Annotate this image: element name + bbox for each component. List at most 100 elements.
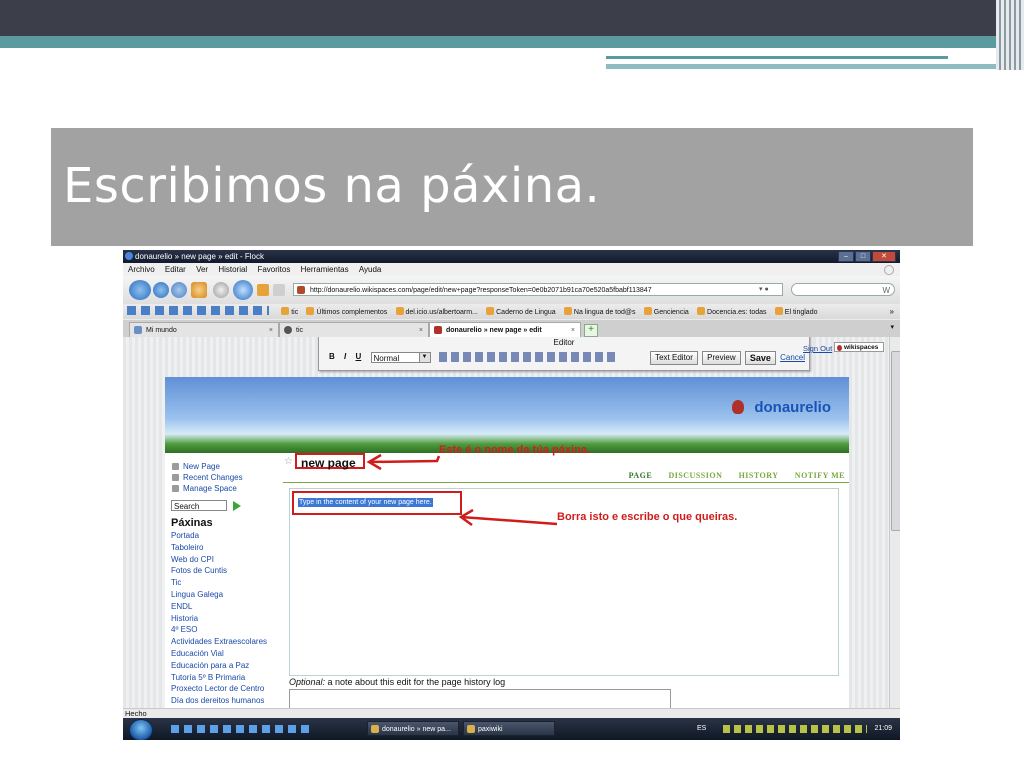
nav-link[interactable]: Tutoría 5º B Primaria <box>171 672 279 684</box>
slide-teal-band <box>0 36 1024 48</box>
menu-ayuda[interactable]: Ayuda <box>359 265 382 274</box>
star-icon[interactable] <box>233 280 253 300</box>
nav-link[interactable]: Educación para a Paz <box>171 660 279 672</box>
site-banner: donaurelio <box>165 377 849 453</box>
bookmarks-more-icon[interactable]: » <box>890 304 894 319</box>
tab-label: tic <box>296 327 303 334</box>
editor-tool-icons[interactable] <box>438 352 619 362</box>
language-indicator[interactable]: ES <box>697 721 706 736</box>
manage-space-link[interactable]: Manage Space <box>171 483 279 494</box>
gear-icon[interactable] <box>884 265 894 275</box>
editor-format-row: B I U Normal ▼ <box>329 352 619 364</box>
tab-discussion[interactable]: DISCUSSION <box>668 471 722 480</box>
tab-page[interactable]: PAGE <box>629 471 653 480</box>
sign-out-link[interactable]: Sign Out <box>803 344 832 353</box>
home-icon[interactable] <box>191 282 207 298</box>
recent-changes-link[interactable]: Recent Changes <box>171 472 279 483</box>
minimize-icon[interactable]: – <box>838 251 854 262</box>
tab-close-icon[interactable]: × <box>419 323 423 338</box>
feed-icon[interactable] <box>257 284 269 296</box>
task-browser[interactable]: donaurelio » new pa... <box>367 721 459 736</box>
text-editor-button[interactable]: Text Editor <box>650 351 698 365</box>
placeholder-text[interactable]: Type in the content of your new page her… <box>298 498 433 507</box>
reload-icon[interactable] <box>171 282 187 298</box>
bookmark-tic[interactable]: tic <box>281 309 298 316</box>
sidebar: New Page Recent Changes Manage Space Sea… <box>171 461 279 707</box>
nav-link[interactable]: Portada <box>171 530 279 542</box>
task-paxiwiki[interactable]: paxiwiki <box>463 721 555 736</box>
vertical-scrollbar[interactable] <box>889 337 900 708</box>
scrollbar-thumb[interactable] <box>891 351 900 531</box>
nav-link[interactable]: Lingua Galega <box>171 589 279 601</box>
nav-link[interactable]: Tic <box>171 577 279 589</box>
italic-button[interactable]: I <box>344 352 346 361</box>
nav-links: Portada Taboleiro Web do CPI Fotos de Cu… <box>171 530 279 707</box>
search-field[interactable]: Search <box>171 500 227 511</box>
bookmark-docencia[interactable]: Docencia.es: todas <box>697 309 767 316</box>
bookmark-icon[interactable] <box>273 284 285 296</box>
tab-donaurelio[interactable]: donaurelio » new page » edit × <box>429 322 581 337</box>
bold-button[interactable]: B <box>329 352 335 361</box>
url-go-icon[interactable]: ▾ ● <box>759 283 789 296</box>
preview-button[interactable]: Preview <box>702 351 741 365</box>
start-button[interactable] <box>129 719 153 740</box>
menu-editar[interactable]: Editar <box>165 265 186 274</box>
underline-button[interactable]: U <box>355 352 361 361</box>
menu-archivo[interactable]: Archivo <box>128 265 155 274</box>
menu-herramientas[interactable]: Herramientas <box>301 265 349 274</box>
quick-launch-icons[interactable] <box>171 725 311 733</box>
search-input[interactable]: W <box>791 283 895 296</box>
bookmark-complementos[interactable]: Últimos complementos <box>306 309 387 316</box>
bookmark-delicious[interactable]: del.icio.us/albertoarm... <box>396 309 478 316</box>
nav-link[interactable]: Día dos dereitos humanos <box>171 695 279 707</box>
tab-mi-mundo[interactable]: Mi mundo × <box>129 322 279 337</box>
nav-link[interactable]: ENDL <box>171 601 279 613</box>
menu-ver[interactable]: Ver <box>196 265 208 274</box>
system-tray-icons[interactable] <box>723 725 867 733</box>
tab-label: donaurelio » new page » edit <box>446 327 542 334</box>
nav-link[interactable]: Web do CPI <box>171 554 279 566</box>
new-page-link[interactable]: New Page <box>171 461 279 472</box>
new-tab-button[interactable]: + <box>584 324 598 337</box>
tab-list-icon[interactable]: ▾ <box>890 323 894 331</box>
back-icon[interactable] <box>129 280 151 300</box>
bookmark-caderno[interactable]: Caderno de Lingua <box>486 309 556 316</box>
url-input[interactable]: http://donaurelio.wikispaces.com/page/ed… <box>293 283 783 296</box>
nav-link[interactable]: Proxecto Lector de Centro <box>171 683 279 695</box>
navigation-toolbar: http://donaurelio.wikispaces.com/page/ed… <box>123 276 900 304</box>
nav-link[interactable]: 4º ESO <box>171 624 279 636</box>
edit-note-input[interactable] <box>289 689 671 708</box>
wiki-page: donaurelio New Page Recent Changes Manag… <box>165 377 849 708</box>
nav-link[interactable]: Historia <box>171 613 279 625</box>
nav-link[interactable]: Fotos de Cuntis <box>171 565 279 577</box>
bookmark-na-lingua[interactable]: Na lingua de tod@s <box>564 309 636 316</box>
nav-link[interactable]: Educación Vial <box>171 648 279 660</box>
cancel-link[interactable]: Cancel <box>780 353 805 362</box>
page-tabs: PAGE DISCUSSION HISTORY NOTIFY ME <box>615 471 845 480</box>
tab-history[interactable]: HISTORY <box>739 471 779 480</box>
slide-stripes <box>996 0 1024 70</box>
nav-link[interactable]: Taboleiro <box>171 542 279 554</box>
format-select[interactable]: Normal ▼ <box>370 352 431 363</box>
site-logo[interactable]: donaurelio <box>732 399 831 416</box>
wikispaces-badge[interactable]: wikispaces <box>834 342 884 352</box>
maximize-icon[interactable]: □ <box>855 251 871 262</box>
nav-link[interactable]: Actividades Extraescolares <box>171 636 279 648</box>
search-go-icon[interactable] <box>233 501 241 511</box>
favorite-star-icon[interactable]: ☆ <box>284 456 293 467</box>
forward-icon[interactable] <box>153 282 169 298</box>
tab-notify-me[interactable]: NOTIFY ME <box>795 471 845 480</box>
menu-historial[interactable]: Historial <box>218 265 247 274</box>
save-button[interactable]: Save <box>744 351 776 365</box>
tab-close-icon[interactable]: × <box>571 323 575 338</box>
tab-close-icon[interactable]: × <box>269 323 273 338</box>
toolbar-icons[interactable] <box>127 306 269 315</box>
bookmark-tinglado[interactable]: El tinglado <box>775 309 818 316</box>
tab-tic[interactable]: tic × <box>279 322 429 337</box>
email-icon[interactable] <box>213 282 229 298</box>
close-icon[interactable]: ✕ <box>872 251 896 262</box>
bookmark-genciencia[interactable]: Genciencia <box>644 309 689 316</box>
clock[interactable]: 21:09 <box>874 721 892 736</box>
menu-favoritos[interactable]: Favoritos <box>257 265 290 274</box>
page-name-annotation: Este é o nome da túa páxina. <box>439 444 590 456</box>
